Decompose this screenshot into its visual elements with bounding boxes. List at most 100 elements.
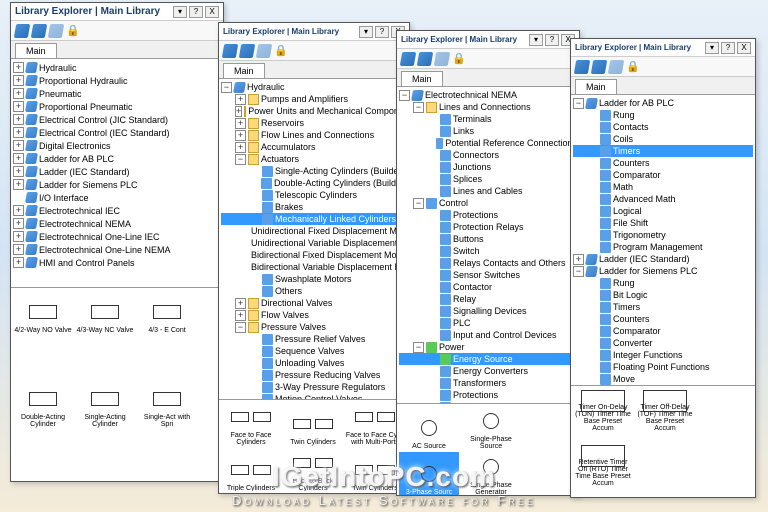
pin-button[interactable]: ▾ — [705, 42, 719, 54]
tree-node[interactable]: Potential Reference Connections — [399, 137, 577, 149]
tree-node[interactable]: Rung — [573, 109, 753, 121]
library-icon[interactable] — [400, 52, 416, 66]
expand-toggle[interactable]: − — [235, 154, 246, 165]
expand-toggle[interactable]: + — [13, 62, 24, 73]
tree-node[interactable]: Rung — [573, 277, 753, 289]
expand-toggle[interactable]: + — [13, 205, 24, 216]
tree-node[interactable]: Coils — [573, 133, 753, 145]
symbol-item[interactable]: 4/3 - E Cont — [137, 290, 197, 334]
symbol-item[interactable]: Single-Phase Source — [461, 406, 521, 450]
symbol-preview-pane[interactable]: AC SourceSingle-Phase Source3-Phase Sour… — [397, 403, 579, 495]
tree-node[interactable]: −Control — [399, 197, 577, 209]
pin-button[interactable]: ▾ — [173, 6, 187, 18]
tree-node[interactable]: −Ladder for AB PLC — [573, 97, 753, 109]
expand-toggle[interactable]: + — [13, 166, 24, 177]
tree-node[interactable]: +Reservoirs — [221, 117, 407, 129]
library-icon[interactable] — [31, 24, 47, 38]
expand-toggle[interactable]: − — [221, 82, 232, 93]
tree-node[interactable]: Brakes — [221, 201, 407, 213]
tree-node[interactable]: +Ladder for Siemens PLC — [13, 178, 221, 191]
tree-node[interactable]: Links — [399, 125, 577, 137]
tree-node[interactable]: Unidirectional Variable Displacement Mot… — [221, 237, 407, 249]
expand-toggle[interactable]: + — [235, 142, 246, 153]
expand-toggle[interactable]: + — [13, 153, 24, 164]
expand-toggle[interactable]: − — [573, 266, 584, 277]
symbol-preview-pane[interactable]: 4/2-Way NO Valve4/3-Way NC Valve4/3 - E … — [11, 287, 223, 477]
tab-main[interactable]: Main — [401, 71, 443, 86]
tree-node[interactable]: Transformers — [399, 377, 577, 389]
tree-node[interactable]: +Electrotechnical NEMA — [13, 217, 221, 230]
tree-node[interactable]: Move — [573, 373, 753, 385]
titlebar[interactable]: Library Explorer | Main Library ▾?X — [571, 39, 755, 57]
symbol-preview-pane[interactable]: Face to Face CylindersTwin CylindersFace… — [219, 399, 409, 491]
tree-node[interactable]: Pressure Relief Valves — [221, 333, 407, 345]
expand-toggle[interactable]: + — [235, 94, 246, 105]
tree-node[interactable]: Timers — [573, 145, 753, 157]
titlebar[interactable]: Library Explorer | Main Library ▾?X — [219, 23, 409, 41]
library-icon[interactable] — [222, 44, 238, 58]
tree-node[interactable]: Signalling Devices — [399, 305, 577, 317]
symbol-item[interactable]: Single-Phase Generator — [461, 452, 521, 495]
tree-node[interactable]: +Proportional Pneumatic — [13, 100, 221, 113]
pin-button[interactable]: ▾ — [529, 34, 543, 46]
symbol-item[interactable]: Single-Act with Spri — [137, 384, 197, 428]
tree-node[interactable]: Contacts — [573, 121, 753, 133]
tree-node[interactable]: Pressure Reducing Valves — [221, 369, 407, 381]
tree-node[interactable]: +Flow Lines and Connections — [221, 129, 407, 141]
tab-main[interactable]: Main — [223, 63, 265, 78]
tree-node[interactable]: +Ladder for AB PLC — [13, 152, 221, 165]
tree-node[interactable]: Connectors — [399, 149, 577, 161]
expand-toggle[interactable]: − — [399, 90, 410, 101]
tree-node[interactable]: Integer Functions — [573, 349, 753, 361]
pin-button[interactable]: ▾ — [359, 26, 373, 38]
tree-node[interactable]: +Electrotechnical One-Line NEMA — [13, 243, 221, 256]
expand-toggle[interactable]: + — [573, 254, 584, 265]
lock-icon[interactable]: 🔒 — [274, 44, 288, 57]
tree-node[interactable]: −Power — [399, 341, 577, 353]
expand-toggle[interactable]: + — [13, 88, 24, 99]
tree-node[interactable]: Converter — [573, 337, 753, 349]
tree-node[interactable]: +Electrical Control (IEC Standard) — [13, 126, 221, 139]
help-button[interactable]: ? — [721, 42, 735, 54]
symbol-item[interactable]: Double-Acting Cylinder — [13, 384, 73, 428]
tree-node[interactable]: Floating Point Functions — [573, 361, 753, 373]
expand-toggle[interactable]: + — [13, 114, 24, 125]
titlebar[interactable]: Library Explorer | Main Library ▾?X — [397, 31, 579, 49]
tree-node[interactable]: Others — [221, 285, 407, 297]
tree-node[interactable]: Timers — [573, 301, 753, 313]
tree-node[interactable]: −Electrotechnical NEMA — [399, 89, 577, 101]
expand-toggle[interactable]: + — [13, 75, 24, 86]
symbol-preview-pane[interactable]: Timer On-Delay (TON) Timer Time Base Pre… — [571, 385, 755, 497]
tree-node[interactable]: Input and Control Devices — [399, 329, 577, 341]
tree-node[interactable]: Single-Acting Cylinders (Builder) — [221, 165, 407, 177]
tree-node[interactable]: Energy Source — [399, 353, 577, 365]
symbol-item[interactable]: Timer On-Delay (TON) Timer Time Base Pre… — [573, 388, 633, 432]
tree-node[interactable]: Swashplate Motors — [221, 273, 407, 285]
library-icon[interactable] — [14, 24, 30, 38]
symbol-item[interactable]: Twin Cylinders — [283, 402, 343, 446]
expand-toggle[interactable]: + — [235, 310, 246, 321]
tree-node[interactable]: Comparator — [573, 169, 753, 181]
lock-icon[interactable]: 🔒 — [626, 60, 640, 73]
tree-node[interactable]: Bit Logic — [573, 289, 753, 301]
library-icon-inactive[interactable] — [434, 52, 450, 66]
tree-node[interactable]: Relays Contacts and Others — [399, 257, 577, 269]
help-button[interactable]: ? — [189, 6, 203, 18]
tree-node[interactable]: −Ladder for Siemens PLC — [573, 265, 753, 277]
tree-node[interactable]: Protection Relays — [399, 221, 577, 233]
library-tree[interactable]: −Electrotechnical NEMA−Lines and Connect… — [397, 87, 579, 403]
symbol-item[interactable]: Face to Face Cylinders — [221, 402, 281, 446]
library-icon[interactable] — [239, 44, 255, 58]
tree-node[interactable]: Mechanically Linked Cylinders — [221, 213, 407, 225]
expand-toggle[interactable]: + — [13, 244, 24, 255]
tree-node[interactable]: Advanced Math — [573, 193, 753, 205]
tree-node[interactable]: −Pressure Valves — [221, 321, 407, 333]
library-tree[interactable]: −Hydraulic+Pumps and Amplifiers+Power Un… — [219, 79, 409, 399]
library-tree[interactable]: −Ladder for AB PLCRungContactsCoilsTimer… — [571, 95, 755, 385]
expand-toggle[interactable]: + — [13, 127, 24, 138]
tree-node[interactable]: +Electrotechnical One-Line IEC — [13, 230, 221, 243]
tree-node[interactable]: Energy Converters — [399, 365, 577, 377]
symbol-item[interactable]: Timer Off-Delay (TOF) Timer Time Base Pr… — [635, 388, 695, 432]
library-tree[interactable]: +Hydraulic+Proportional Hydraulic+Pneuma… — [11, 59, 223, 287]
expand-toggle[interactable]: + — [13, 257, 24, 268]
